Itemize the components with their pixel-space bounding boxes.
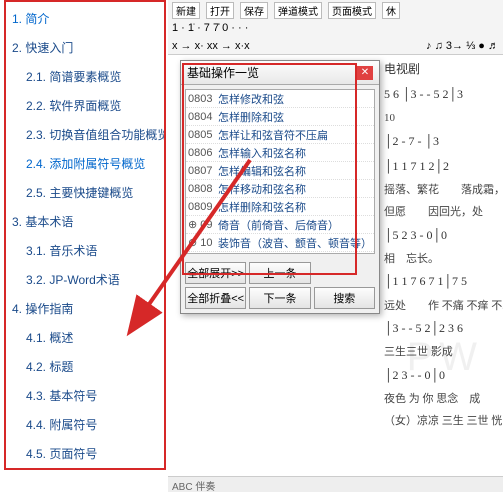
toc-item[interactable]: 4.5. 页面符号 [26, 445, 158, 462]
score-lyric: （女）凉凉 三生 三世 恍 [384, 413, 501, 431]
toolbar-button[interactable]: 弹道模式 [274, 2, 322, 19]
item-code: ⊕ 09 [188, 218, 218, 231]
score-notation: │2 3 - - 0│0 [384, 366, 501, 385]
close-icon[interactable]: ✕ [357, 66, 373, 80]
list-item[interactable]: ⊕ 10装饰音（波音、颤音、顿音等） [186, 234, 374, 252]
collapse-all-button[interactable]: 全部折叠<< [185, 287, 246, 309]
dialog-titlebar[interactable]: 基础操作一览 ✕ [181, 61, 379, 85]
score-lyric: 三生三世 影成 [384, 344, 501, 362]
item-code: 0806 [188, 147, 218, 159]
search-button[interactable]: 搜索 [314, 287, 375, 309]
toolbar-button[interactable]: 保存 [240, 2, 268, 19]
score-lyric: 远处 作 不痛 不痒 不牵 [384, 298, 501, 316]
score-viewport: 电视剧 5 6 │3 - - 5 2│3 10 │2 - 7 - │3 │1 1 7 … [382, 58, 503, 480]
item-code: 0804 [188, 111, 218, 123]
toolbar-row-1: 新建打开保存弹道模式页面模式休 [172, 2, 499, 18]
toc-item[interactable]: 4.1. 概述 [26, 329, 158, 346]
toc-item[interactable]: 1. 简介 [12, 10, 158, 27]
toolbar-button[interactable]: 打开 [206, 2, 234, 19]
score-notation: │1 1 7 6 7 1│7 5 [384, 272, 501, 291]
list-item[interactable]: 0808怎样移动和弦名称 [186, 180, 374, 198]
item-code: 0807 [188, 165, 218, 177]
item-text: 怎样输入和弦名称 [218, 145, 372, 161]
toc-item[interactable]: 2.1. 简谱要素概览 [26, 68, 158, 85]
toc-item[interactable]: 2.3. 切换音值组合功能概览 [26, 126, 158, 143]
score-lyric: 夜色 为 你 思念 成 [384, 391, 501, 409]
toolbar-row-3: x → x· xx → x·x ♪ ♫ 3→ ⅓ ● ♬ [172, 38, 499, 54]
basic-operations-dialog: 基础操作一览 ✕ 0803怎样修改和弦0804怎样删除和弦0805怎样让和弦音符… [180, 60, 380, 314]
score-lyric: 但愿 因回光，处 [384, 204, 501, 222]
toc-item[interactable]: 2.2. 软件界面概览 [26, 97, 158, 114]
item-code: 0805 [188, 129, 218, 141]
item-text: 倚音（前倚音、后倚音） [218, 217, 372, 233]
list-item[interactable]: 0805怎样让和弦音符不压扁 [186, 126, 374, 144]
score-lyric: 相 忘长。 [384, 251, 501, 269]
toolbar-glyphs: 1 · 1̇ · 7 7̇ 0 · · · [172, 22, 248, 34]
dialog-list: 0803怎样修改和弦0804怎样删除和弦0805怎样让和弦音符不压扁0806怎样… [185, 89, 375, 254]
item-text: 怎样修改和弦 [218, 91, 372, 107]
score-notation: │1 1 7 1 2│2 [384, 157, 501, 176]
toc-panel: 1. 简介 2. 快速入门 2.1. 简谱要素概览 2.2. 软件界面概览 2.3. 切… [4, 0, 166, 470]
item-text: 怎样让和弦音符不压扁 [218, 127, 372, 143]
status-text: ABC 伴奏 [172, 482, 215, 493]
item-code: ⊕ 10 [188, 236, 218, 249]
toolbar-button[interactable]: 新建 [172, 2, 200, 19]
dialog-button-grid: 全部展开>> 上一条 全部折叠<< 下一条 搜索 [181, 258, 379, 313]
score-notation: │3 - - 5 2│2 3 6 [384, 319, 501, 338]
toc-item[interactable]: 2. 快速入门 [12, 39, 158, 56]
item-text: 怎样删除和弦 [218, 109, 372, 125]
item-text: 怎样编辑和弦名称 [218, 163, 372, 179]
status-bar: ABC 伴奏 [168, 476, 503, 492]
toc-item[interactable]: 4.4. 附属符号 [26, 416, 158, 433]
score-lyric: 10 [384, 110, 501, 128]
toolbar-row-2: 1 · 1̇ · 7 7̇ 0 · · · [172, 20, 499, 36]
toc-item[interactable]: 4.3. 基本符号 [26, 387, 158, 404]
toc-item[interactable]: 3. 基本术语 [12, 213, 158, 230]
list-item[interactable]: 0806怎样输入和弦名称 [186, 144, 374, 162]
list-item[interactable]: 0809怎样删除和弦名称 [186, 198, 374, 216]
list-item[interactable]: ⊕ 09倚音（前倚音、后倚音） [186, 216, 374, 234]
toolbar: 新建打开保存弹道模式页面模式休 1 · 1̇ · 7 7̇ 0 · · · x … [168, 0, 503, 55]
next-button[interactable]: 下一条 [249, 287, 310, 309]
score-notation: │5 2 3 - 0│0 [384, 226, 501, 245]
item-code: 0809 [188, 201, 218, 213]
toolbar-glyphs-right: ♪ ♫ 3→ ⅓ ● ♬ [426, 40, 499, 52]
expand-all-button[interactable]: 全部展开>> [185, 262, 246, 284]
toolbar-button[interactable]: 休 [382, 2, 400, 19]
list-item[interactable]: 0804怎样删除和弦 [186, 108, 374, 126]
item-text: 怎样移动和弦名称 [218, 181, 372, 197]
toc-item[interactable]: 2.4. 添加附属符号概览 [26, 155, 158, 172]
item-text: 装饰音（波音、颤音、顿音等） [218, 235, 372, 251]
toc-item[interactable]: 3.2. JP-Word术语 [26, 271, 158, 288]
score-heading: 电视剧 [384, 60, 501, 79]
item-code: 0803 [188, 93, 218, 105]
dialog-title-text: 基础操作一览 [187, 64, 259, 81]
toolbar-glyphs-left: x → x· xx → x·x [172, 40, 250, 52]
list-item[interactable]: 0807怎样编辑和弦名称 [186, 162, 374, 180]
toc-item[interactable]: 2.5. 主要快捷键概览 [26, 184, 158, 201]
prev-button[interactable]: 上一条 [249, 262, 310, 284]
score-notation: │2 - 7 - │3 [384, 132, 501, 151]
toolbar-button[interactable]: 页面模式 [328, 2, 376, 19]
toc-item[interactable]: 4.2. 标题 [26, 358, 158, 375]
score-lyric: 摇落、繁花 落成霜， [384, 182, 501, 200]
toc-item[interactable]: 3.1. 音乐术语 [26, 242, 158, 259]
item-code: 0808 [188, 183, 218, 195]
item-text: 怎样删除和弦名称 [218, 199, 372, 215]
score-notation: 5 6 │3 - - 5 2│3 [384, 85, 501, 104]
toc-item[interactable]: 4. 操作指南 [12, 300, 158, 317]
list-item[interactable]: 0803怎样修改和弦 [186, 90, 374, 108]
